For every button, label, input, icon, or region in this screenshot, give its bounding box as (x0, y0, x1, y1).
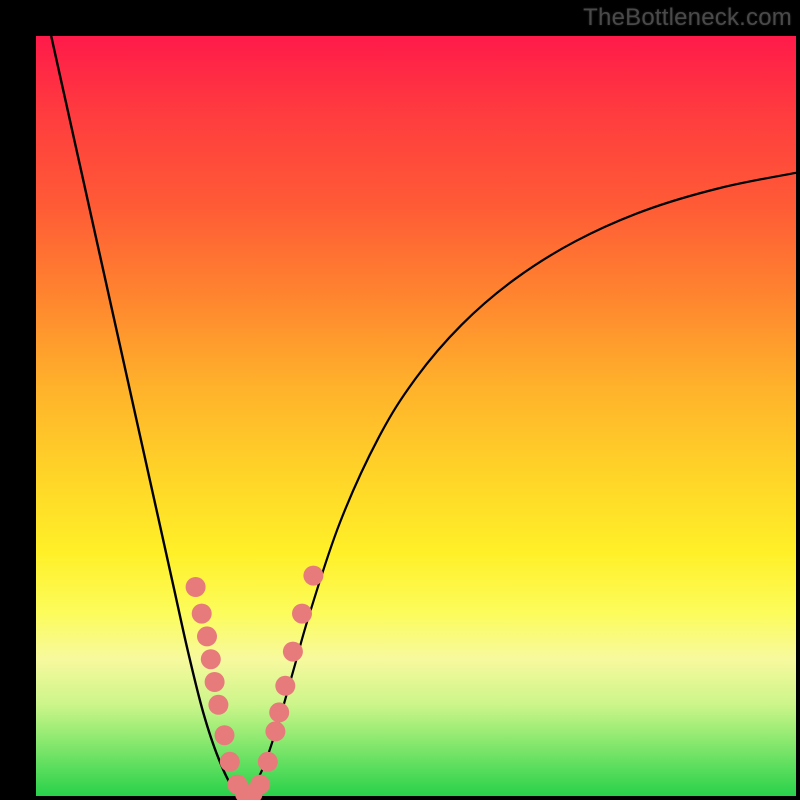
highlight-dots (186, 566, 324, 800)
highlight-dot (208, 695, 228, 715)
highlight-dot (192, 604, 212, 624)
watermark-text: TheBottleneck.com (583, 4, 792, 32)
highlight-dot (250, 775, 270, 795)
highlight-dot (269, 702, 289, 722)
highlight-dot (220, 752, 240, 772)
right-curve (249, 173, 796, 796)
highlight-dot (292, 604, 312, 624)
highlight-dot (258, 752, 278, 772)
highlight-dot (303, 566, 323, 586)
highlight-dot (275, 676, 295, 696)
highlight-dot (265, 721, 285, 741)
highlight-dot (205, 672, 225, 692)
highlight-dot (186, 577, 206, 597)
highlight-dot (201, 649, 221, 669)
chart-svg (36, 36, 796, 796)
highlight-dot (215, 725, 235, 745)
highlight-dot (197, 626, 217, 646)
highlight-dot (283, 642, 303, 662)
chart-frame: TheBottleneck.com (0, 0, 800, 800)
